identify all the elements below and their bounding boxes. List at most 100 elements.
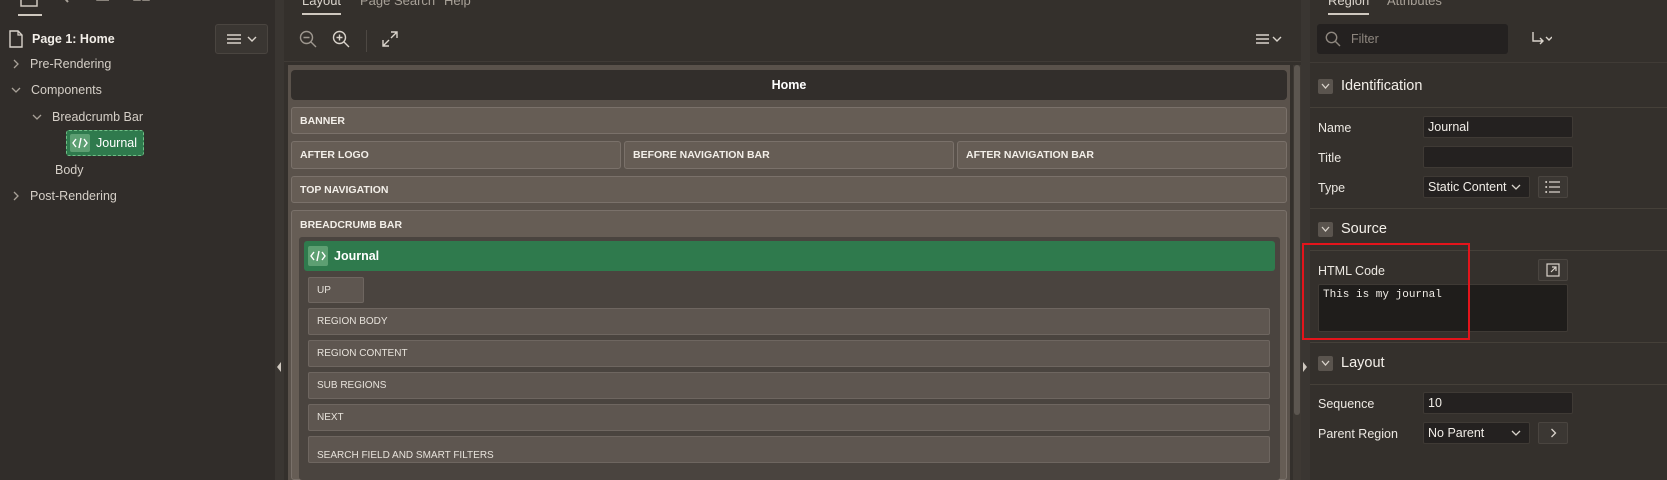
chevron-down-icon[interactable]	[1318, 78, 1333, 94]
slot-region-body[interactable]: REGION BODY	[308, 308, 1270, 335]
right-splitter[interactable]	[1301, 0, 1310, 480]
tree-root-page[interactable]: Page 1: Home	[8, 29, 115, 49]
parent-region-select[interactable]: No Parent	[1423, 422, 1530, 444]
page-header-bar[interactable]: Home	[291, 70, 1287, 100]
section-divider	[1310, 107, 1667, 108]
go-to-group-button[interactable]	[1530, 28, 1566, 50]
tab-layout[interactable]: Layout	[302, 0, 342, 15]
processing-tab-icon[interactable]	[95, 0, 115, 10]
section-identification[interactable]: Identification	[1318, 78, 1422, 94]
region-top-navigation[interactable]: TOP NAVIGATION	[291, 176, 1287, 203]
tree-node-label: Breadcrumb Bar	[52, 110, 144, 124]
center-pane-tabs: Layout Page Search Help	[284, 0, 1301, 18]
journal-region-label: Journal	[334, 249, 380, 263]
tree-node-label: Body	[55, 163, 84, 177]
chevron-down-icon[interactable]	[32, 113, 42, 121]
scrollbar-thumb[interactable]	[1294, 65, 1300, 415]
name-field[interactable]: Journal	[1423, 116, 1573, 138]
hamburger-icon	[226, 34, 241, 44]
left-splitter[interactable]	[275, 0, 284, 480]
tab-attributes[interactable]: Attributes	[1387, 0, 1442, 8]
type-select[interactable]: Static Content	[1423, 176, 1530, 198]
list-icon	[1545, 181, 1561, 193]
tab-region[interactable]: Region	[1328, 0, 1370, 15]
tab-page-search[interactable]: Page Search	[360, 0, 435, 8]
tab-help[interactable]: Help	[444, 0, 471, 8]
tree-node-label: Pre-Rendering	[30, 57, 112, 71]
slot-search-field-and-smart-filters[interactable]: SEARCH FIELD AND SMART FILTERS	[308, 436, 1270, 463]
layout-toolbar	[284, 18, 1301, 62]
parent-region-value: No Parent	[1428, 426, 1485, 440]
go-to-parent-button[interactable]	[1538, 422, 1568, 444]
section-divider	[1310, 342, 1667, 343]
slot-sub-regions[interactable]: SUB REGIONS	[308, 372, 1270, 399]
arrow-return-icon	[1530, 31, 1552, 47]
name-label: Name	[1318, 121, 1352, 135]
parent-region-label: Parent Region	[1318, 427, 1398, 441]
tree-node-label: Components	[31, 83, 102, 97]
sequence-field[interactable]: 10	[1423, 392, 1573, 414]
collapse-right-icon[interactable]	[1302, 361, 1308, 373]
journal-region-bar[interactable]: Journal	[304, 241, 1275, 271]
section-source[interactable]: Source	[1318, 221, 1387, 237]
tree-node-journal[interactable]: Journal	[66, 130, 144, 156]
chevron-down-icon[interactable]	[11, 86, 21, 94]
open-code-editor-button[interactable]	[1538, 259, 1568, 281]
slot-up[interactable]: UP	[308, 277, 364, 303]
page-icon	[8, 30, 24, 48]
region-label: BREADCRUMB BAR	[300, 219, 403, 231]
tree-node-components[interactable]: Components	[11, 80, 102, 100]
filter-input[interactable]	[1349, 31, 1503, 47]
region-after-logo[interactable]: AFTER LOGO	[291, 141, 621, 169]
highlight-box	[1302, 243, 1470, 340]
type-label: Type	[1318, 181, 1346, 195]
toolbar-separator	[366, 30, 367, 52]
region-before-navigation-bar[interactable]: BEFORE NAVIGATION BAR	[624, 141, 954, 169]
expand-icon[interactable]	[379, 28, 401, 50]
expand-editor-icon	[1546, 263, 1560, 277]
section-title: Identification	[1341, 78, 1423, 94]
section-layout[interactable]: Layout	[1318, 355, 1385, 371]
chevron-down-icon	[1511, 184, 1521, 190]
layout-menu-button[interactable]	[1254, 28, 1284, 50]
tree-node-post-rendering[interactable]: Post-Rendering	[12, 186, 117, 206]
tree-menu-button[interactable]	[215, 24, 268, 54]
zoom-out-icon[interactable]	[297, 28, 319, 50]
tree-node-label: Post-Rendering	[30, 189, 117, 203]
section-divider	[1310, 208, 1667, 209]
shared-components-tab-icon[interactable]	[133, 0, 153, 10]
tree-node-pre-rendering[interactable]: Pre-Rendering	[12, 54, 111, 74]
section-title: Source	[1341, 221, 1387, 237]
chevron-right-icon[interactable]	[12, 59, 20, 69]
slot-region-content[interactable]: REGION CONTENT	[308, 340, 1270, 367]
chevron-down-icon	[1511, 430, 1521, 436]
region-after-navigation-bar[interactable]: AFTER NAVIGATION BAR	[957, 141, 1287, 169]
region-banner[interactable]: BANNER	[291, 107, 1287, 134]
code-icon	[70, 134, 90, 152]
chevron-down-icon[interactable]	[1318, 355, 1333, 371]
rendering-tab-icon[interactable]	[18, 0, 42, 16]
tree-node-label: Journal	[96, 136, 137, 150]
title-label: Title	[1318, 151, 1342, 165]
zoom-in-icon[interactable]	[330, 28, 352, 50]
search-icon	[1325, 31, 1341, 47]
layout-scrollbar[interactable]	[1293, 65, 1301, 480]
sequence-label: Sequence	[1318, 397, 1375, 411]
tree-node-breadcrumb-bar[interactable]: Breadcrumb Bar	[32, 107, 143, 127]
section-title: Layout	[1341, 355, 1385, 371]
section-divider	[1310, 384, 1667, 385]
chevron-down-icon	[247, 36, 257, 42]
type-select-value: Static Content	[1428, 180, 1507, 194]
title-field[interactable]	[1423, 146, 1573, 168]
collapse-left-icon[interactable]	[276, 361, 282, 373]
left-pane-tabs	[0, 0, 275, 24]
tree-node-body[interactable]: Body	[55, 160, 84, 180]
type-list-button[interactable]	[1538, 176, 1568, 198]
tree-root-label: Page 1: Home	[32, 32, 115, 46]
property-filter[interactable]	[1317, 24, 1508, 54]
chevron-right-icon[interactable]	[12, 191, 20, 201]
code-icon	[308, 246, 328, 266]
dynamic-actions-tab-icon[interactable]	[58, 0, 78, 10]
chevron-down-icon[interactable]	[1318, 221, 1333, 237]
slot-next[interactable]: NEXT	[308, 404, 1270, 431]
